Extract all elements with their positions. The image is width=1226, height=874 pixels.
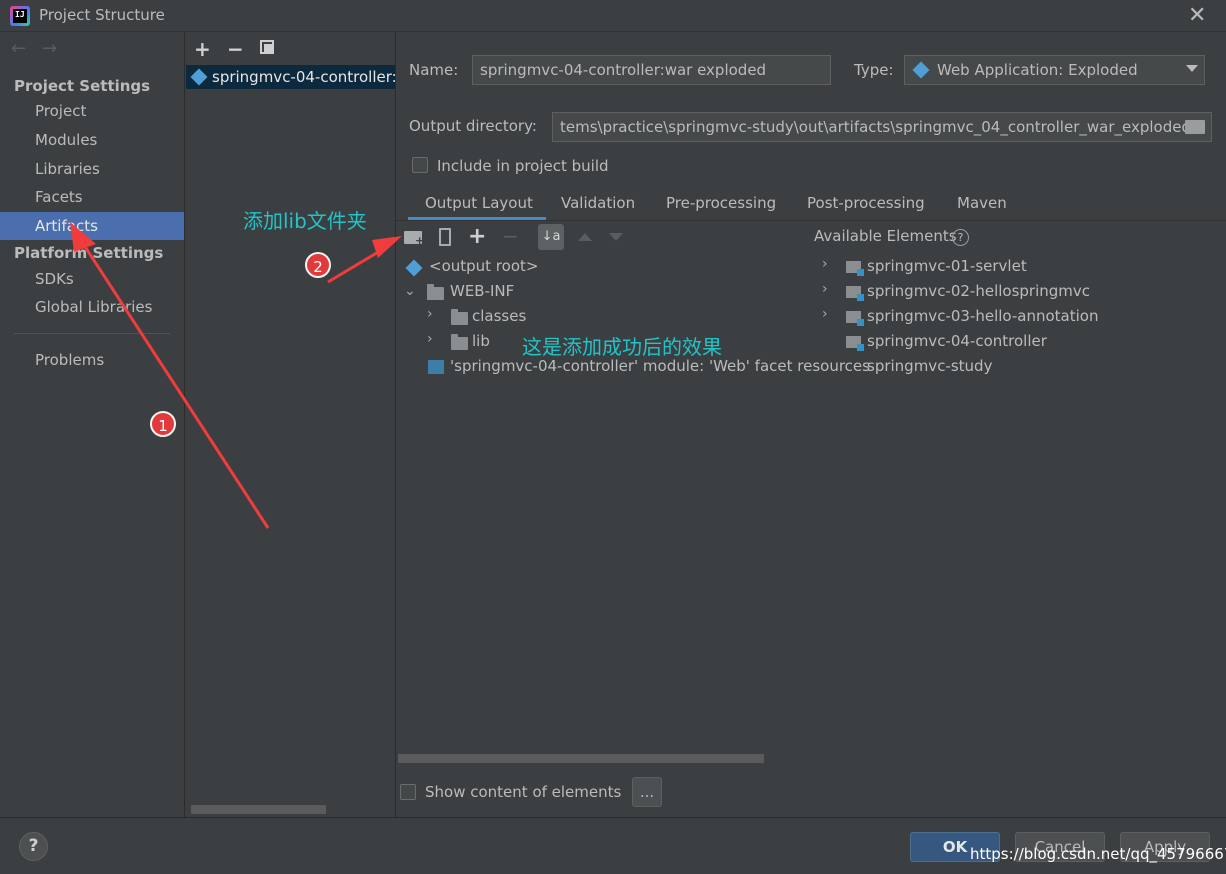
- layout-horizontal-scrollbar[interactable]: [398, 754, 764, 763]
- show-content-checkbox[interactable]: [400, 784, 416, 800]
- help-button[interactable]: ?: [19, 832, 48, 861]
- step-badge-1: 1: [150, 411, 176, 437]
- show-content-options-button[interactable]: ...: [632, 777, 662, 807]
- arrow-head-1: [70, 222, 96, 252]
- arrow-line-1: [80, 241, 270, 529]
- annotation-arrows: [70, 222, 402, 529]
- show-content-label: Show content of elements: [425, 783, 622, 801]
- step-badge-2: 2: [305, 252, 331, 278]
- watermark-text: https://blog.csdn.net/qq_45796667: [970, 845, 1226, 863]
